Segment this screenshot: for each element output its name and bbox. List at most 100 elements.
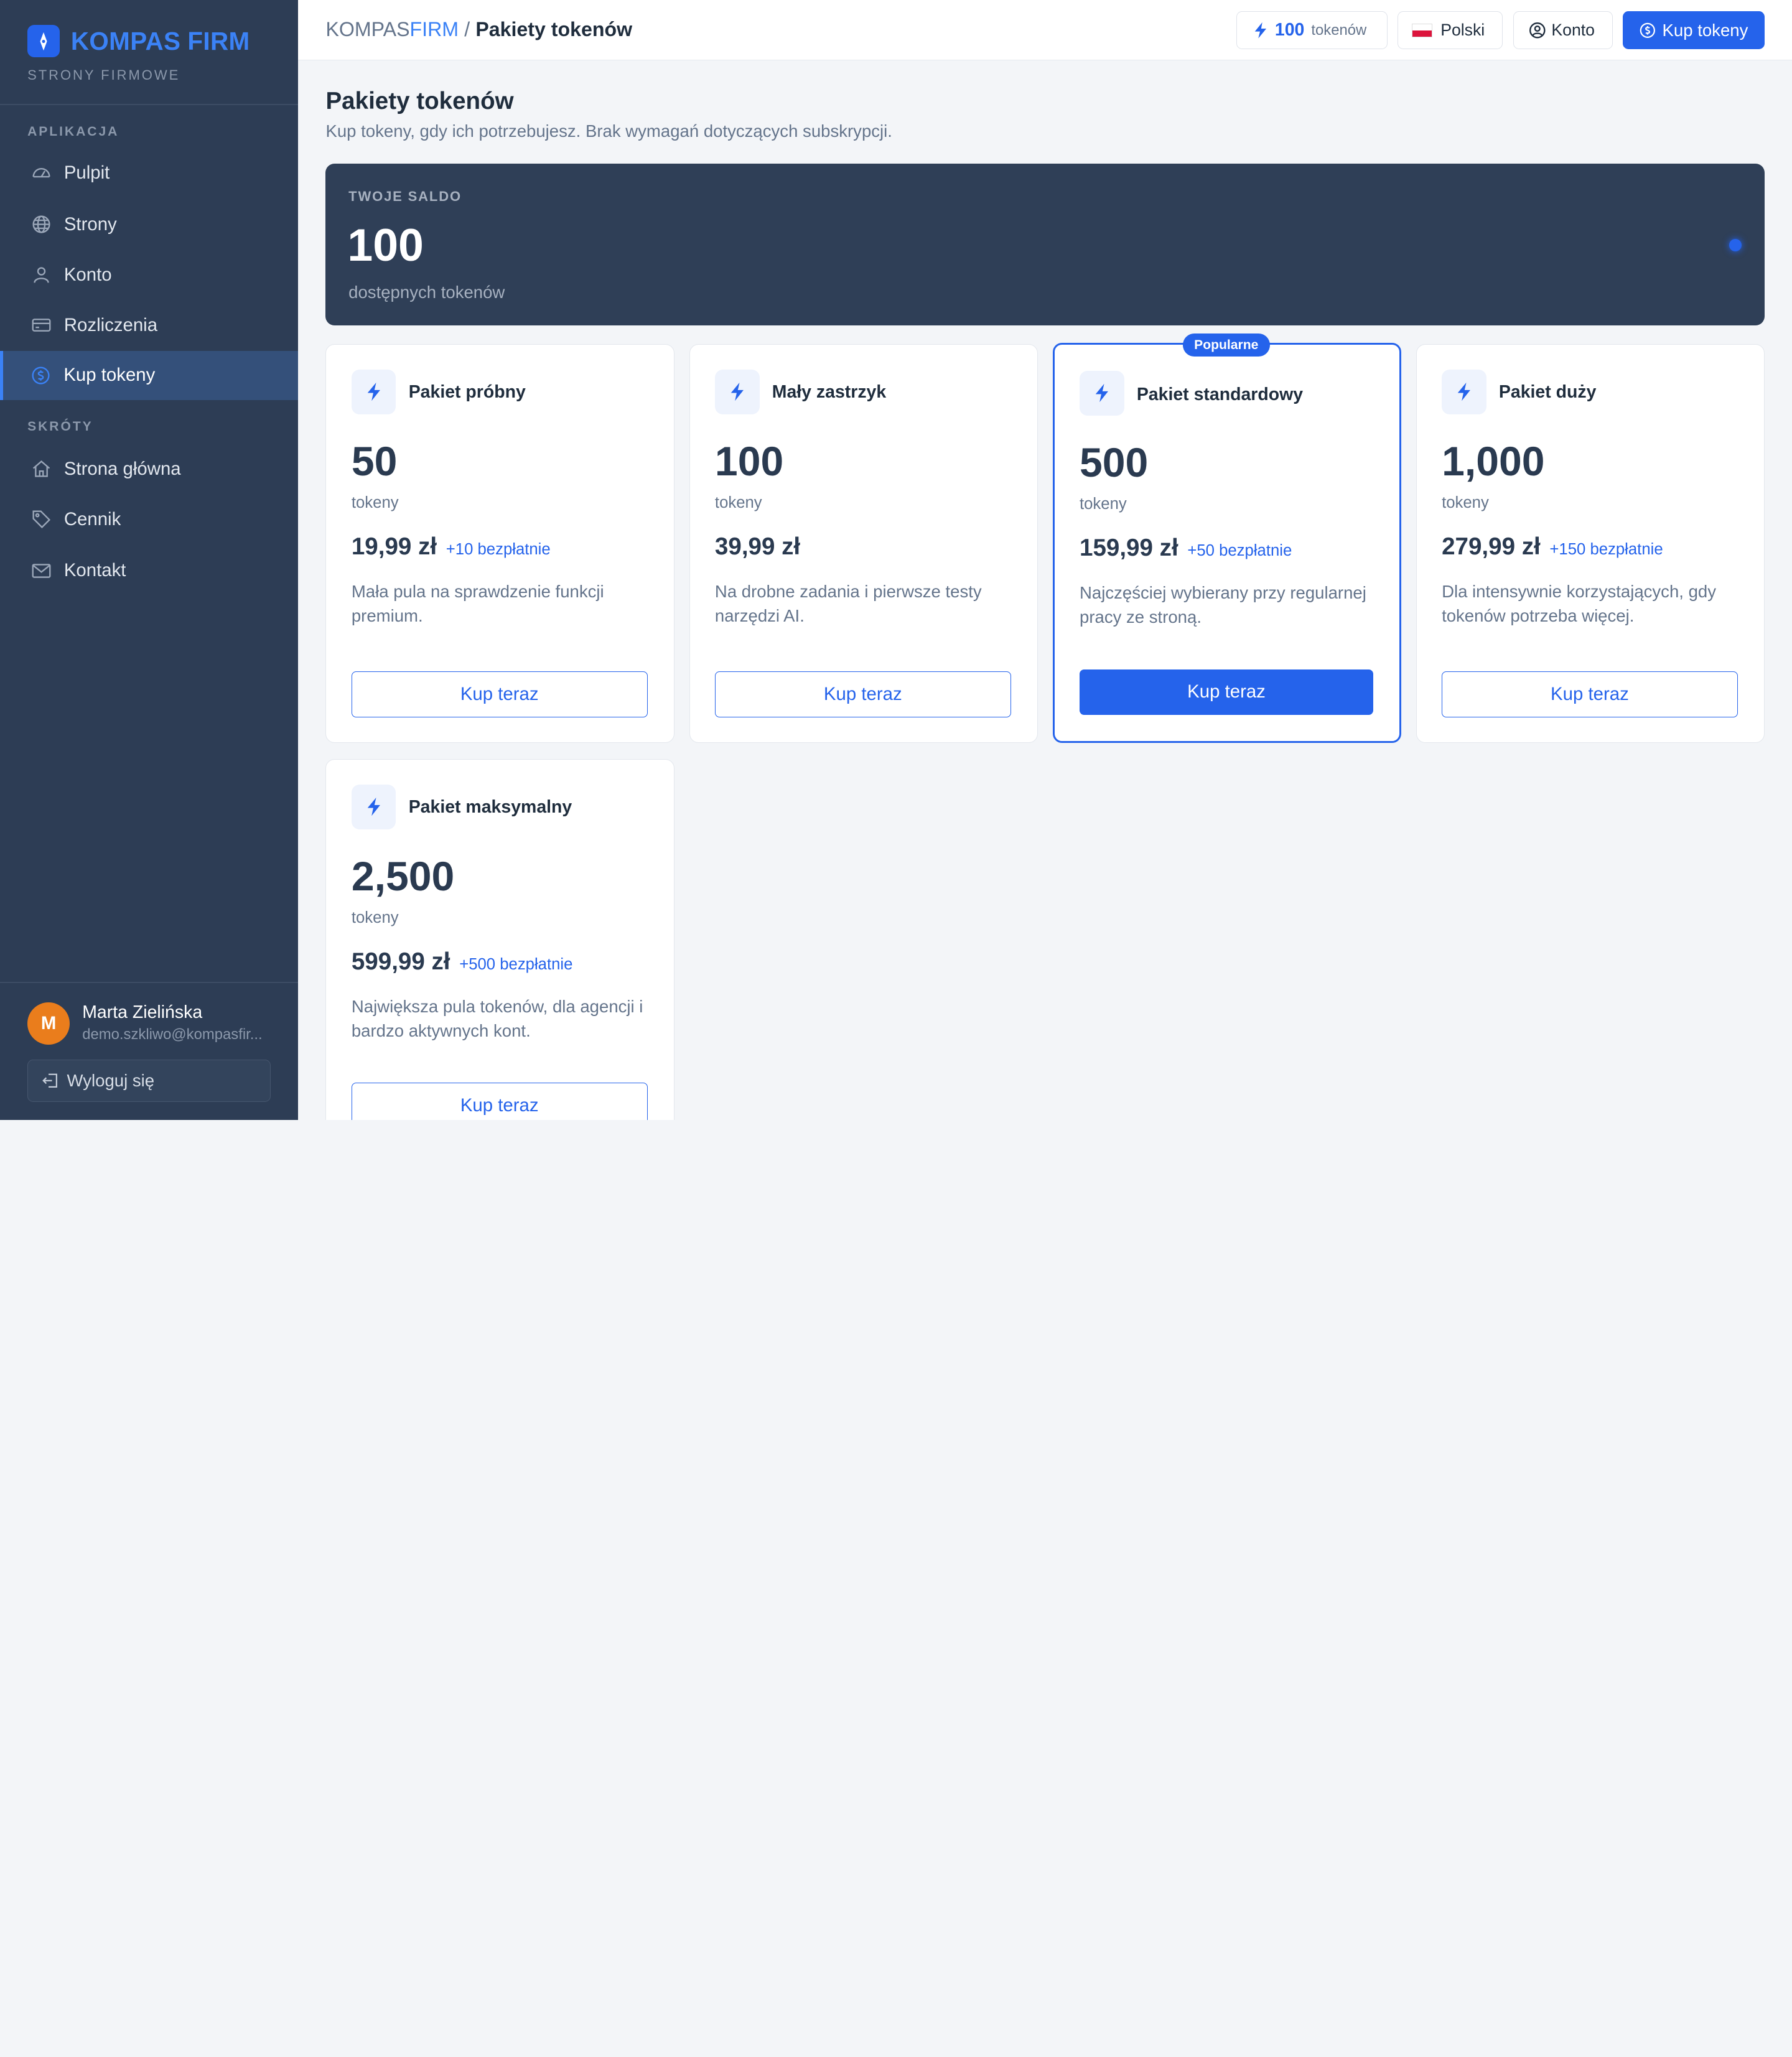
brand-name-part1: KOMPAS — [70, 26, 181, 55]
credit-card-icon — [31, 315, 52, 335]
compass-icon — [27, 25, 60, 57]
package-description: Największa pula tokenów, dla agencji i b… — [351, 996, 643, 1040]
breadcrumb: KOMPASFIRM / Pakiety tokenów — [325, 18, 632, 41]
package-unit: tokeny — [351, 909, 399, 927]
sidebar-item-label: Kup tokeny — [63, 365, 156, 386]
tag-icon — [31, 509, 52, 529]
user-name: Marta Zielińska — [82, 1002, 203, 1022]
balance-card: TWOJE SALDO 100 dostępnych tokenów — [325, 163, 1765, 326]
lightning-icon — [351, 784, 396, 829]
user-circle-icon — [1529, 22, 1546, 39]
package-price-row: 279,99 zł +150 bezpłatnie — [1442, 533, 1663, 561]
package-amount: 1,000 — [1442, 439, 1545, 485]
app-root: KOMPAS FIRM STRONY FIRMOWE APLIKACJA Pulp… — [0, 0, 1792, 1120]
page-title: Pakiety tokenów — [325, 88, 514, 115]
logout-icon — [42, 1072, 59, 1089]
page-subtitle: Kup tokeny, gdy ich potrzebujesz. Brak w… — [325, 121, 892, 141]
sidebar-item-label: Rozliczenia — [63, 314, 158, 335]
sidebar-bottom-divider — [0, 981, 299, 983]
buy-tokens-button[interactable]: Kup tokeny — [1623, 11, 1765, 49]
buy-now-button[interactable]: Kup teraz — [1080, 669, 1374, 716]
lightning-icon — [351, 370, 396, 414]
brand[interactable]: KOMPAS FIRM — [27, 25, 250, 57]
lightning-icon — [1253, 22, 1268, 39]
sidebar-item-strona-glowna[interactable]: Strona główna — [0, 444, 298, 493]
avatar[interactable]: M — [27, 1002, 70, 1045]
coin-icon — [1640, 22, 1656, 39]
user-icon — [31, 264, 52, 285]
brand-name-part2: FIRM — [187, 26, 250, 55]
package-description: Dla intensywnie korzystających, gdy toke… — [1442, 582, 1717, 625]
package-description: Na drobne zadania i pierwsze testy narzę… — [714, 582, 982, 625]
package-price: 279,99 zł — [1442, 533, 1541, 560]
brand-name: KOMPAS FIRM — [71, 27, 250, 56]
buy-now-button[interactable]: Kup teraz — [351, 671, 648, 717]
token-count: 100 — [1274, 20, 1305, 40]
package-card-trial: Pakiet próbny 50 tokeny 19,99 zł +10 bezp… — [325, 343, 674, 743]
package-price-row: 159,99 zł +50 bezpłatnie — [1080, 534, 1292, 562]
sidebar-item-label: Konto — [63, 264, 112, 285]
sidebar-section-shortcuts: SKRÓTY — [27, 419, 93, 434]
balance-label: TWOJE SALDO — [348, 189, 462, 205]
sidebar-divider — [0, 104, 299, 105]
buy-tokens-label: Kup tokeny — [1662, 20, 1748, 40]
user-email: demo.szkliwo@kompasfir... — [82, 1026, 263, 1043]
package-price-row: 39,99 zł — [715, 533, 810, 561]
sidebar-item-pulpit[interactable]: Pulpit — [0, 149, 298, 198]
package-price: 19,99 zł — [351, 533, 437, 560]
coin-icon — [30, 365, 51, 386]
package-price: 39,99 zł — [714, 533, 801, 560]
language-select[interactable]: Polski — [1398, 11, 1503, 49]
sidebar-section-app: APLIKACJA — [27, 124, 119, 139]
breadcrumb-root-part2: FIRM — [409, 18, 459, 41]
sidebar-item-kup-tokeny[interactable]: Kup tokeny — [0, 350, 299, 400]
package-card-max: Pakiet maksymalny 2,500 tokeny 599,99 zł… — [325, 758, 674, 1120]
package-card-standard: Pakiet standardowy 500 tokeny 159,99 zł +… — [1052, 343, 1401, 743]
token-balance-pill[interactable]: 100 tokenów — [1236, 11, 1388, 49]
lightning-icon — [1080, 371, 1124, 416]
balance-value: 100 — [347, 218, 424, 271]
package-amount: 2,500 — [351, 854, 455, 900]
sidebar-item-label: Pulpit — [63, 162, 110, 184]
logout-button[interactable]: Wyloguj się — [27, 1059, 271, 1102]
sidebar: KOMPAS FIRM STRONY FIRMOWE APLIKACJA Pulp… — [0, 0, 299, 1120]
package-unit: tokeny — [1442, 494, 1489, 512]
breadcrumb-current: Pakiety tokenów — [475, 18, 633, 41]
buy-now-button[interactable]: Kup teraz — [714, 671, 1011, 717]
sidebar-item-rozliczenia[interactable]: Rozliczenia — [0, 301, 298, 350]
sidebar-item-konto[interactable]: Konto — [0, 250, 298, 299]
package-unit: tokeny — [714, 494, 762, 512]
account-button[interactable]: Konto — [1513, 11, 1613, 49]
mail-icon — [31, 561, 52, 581]
sidebar-item-kontakt[interactable]: Kontakt — [0, 546, 298, 595]
package-bonus: +10 bezpłatnie — [446, 540, 551, 558]
package-unit: tokeny — [1080, 495, 1127, 513]
package-amount: 50 — [351, 439, 398, 485]
package-bonus: +150 bezpłatnie — [1549, 540, 1663, 558]
package-price: 159,99 zł — [1080, 534, 1178, 561]
package-card-large: Pakiet duży 1,000 tokeny 279,99 zł +150 b… — [1416, 343, 1765, 743]
sidebar-item-label: Strony — [63, 213, 117, 235]
topbar: KOMPASFIRM / Pakiety tokenów 100 tokenów P… — [298, 0, 1792, 61]
package-card-small: Mały zastrzyk 100 tokeny 39,99 zł Na dro… — [689, 343, 1038, 743]
globe-icon — [31, 214, 52, 235]
breadcrumb-root[interactable]: KOMPASFIRM — [325, 18, 459, 40]
buy-now-button[interactable]: Kup teraz — [351, 1083, 648, 1120]
package-name: Mały zastrzyk — [772, 382, 887, 403]
package-amount: 100 — [714, 439, 784, 485]
sidebar-item-strony[interactable]: Strony — [0, 200, 298, 249]
lightning-icon — [714, 370, 760, 414]
package-name: Pakiet standardowy — [1136, 385, 1304, 405]
status-dot — [1729, 238, 1742, 252]
brand-subtitle: STRONY FIRMOWE — [27, 67, 180, 83]
sidebar-item-label: Kontakt — [63, 560, 126, 581]
package-bonus: +500 bezpłatnie — [459, 955, 573, 973]
buy-now-button[interactable]: Kup teraz — [1442, 671, 1738, 717]
sidebar-item-cennik[interactable]: Cennik — [0, 495, 298, 544]
package-description: Mała pula na sprawdzenie funkcji premium… — [351, 582, 604, 625]
package-name: Pakiet maksymalny — [408, 797, 572, 818]
sidebar-item-label: Cennik — [63, 508, 121, 529]
package-bonus: +50 bezpłatnie — [1187, 541, 1292, 559]
lightning-icon — [1442, 370, 1486, 414]
package-name: Pakiet próbny — [408, 382, 526, 403]
